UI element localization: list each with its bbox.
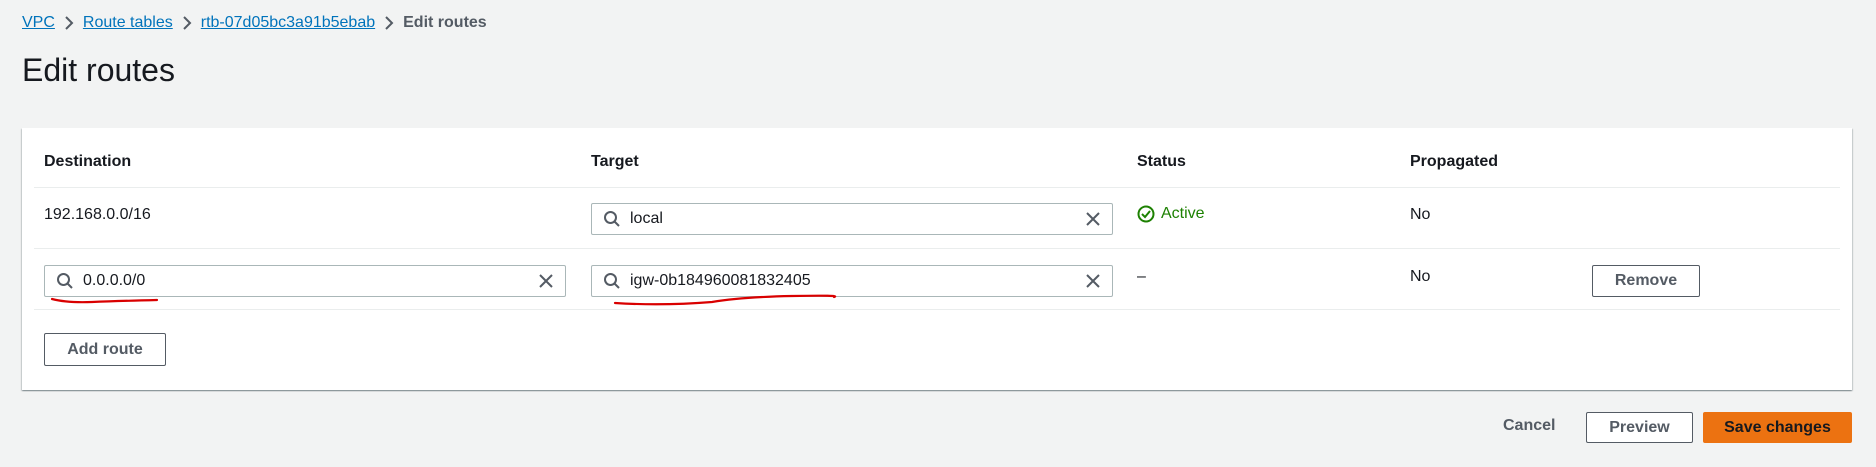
page-title: Edit routes [22, 52, 175, 88]
remove-button[interactable]: Remove [1592, 265, 1700, 297]
propagated-text: No [1410, 206, 1431, 223]
breadcrumb-link-vpc[interactable]: VPC [22, 14, 55, 32]
chevron-right-icon [375, 16, 403, 30]
preview-button[interactable]: Preview [1586, 412, 1693, 443]
search-icon [602, 209, 622, 229]
column-header-propagated: Propagated [1410, 153, 1499, 170]
breadcrumb: VPC Route tables rtb-07d05bc3a91b5ebab E… [22, 13, 487, 33]
close-icon[interactable] [1082, 208, 1104, 230]
row-divider [34, 248, 1840, 249]
target-input-local[interactable] [591, 203, 1113, 235]
status-text: Active [1161, 205, 1205, 222]
target-field[interactable] [630, 210, 1082, 228]
breadcrumb-link-route-tables[interactable]: Route tables [83, 14, 173, 32]
row-divider [34, 309, 1840, 310]
chevron-right-icon [55, 16, 83, 30]
destination-text: 192.168.0.0/16 [44, 206, 151, 223]
target-field[interactable] [630, 272, 1082, 290]
close-icon[interactable] [535, 270, 557, 292]
close-icon[interactable] [1082, 270, 1104, 292]
annotation-underline [50, 294, 837, 306]
header-divider [34, 187, 1840, 188]
breadcrumb-current: Edit routes [403, 14, 487, 31]
chevron-right-icon [173, 16, 201, 30]
column-header-destination: Destination [44, 153, 132, 170]
propagated-text: No [1410, 268, 1431, 285]
breadcrumb-link-route-table-id[interactable]: rtb-07d05bc3a91b5ebab [201, 14, 375, 32]
column-header-status: Status [1137, 153, 1186, 170]
column-header-target: Target [591, 153, 639, 170]
cancel-button[interactable]: Cancel [1503, 416, 1555, 436]
search-icon [55, 271, 75, 291]
status-badge: Active [1137, 205, 1205, 223]
save-changes-button[interactable]: Save changes [1703, 412, 1852, 443]
destination-input[interactable] [44, 265, 566, 297]
check-circle-icon [1137, 205, 1155, 223]
destination-field[interactable] [83, 272, 535, 290]
target-input-igw[interactable] [591, 265, 1113, 297]
status-text: – [1137, 268, 1146, 285]
routes-panel: Destination Target Status Propagated 192… [22, 128, 1852, 390]
search-icon [602, 271, 622, 291]
add-route-button[interactable]: Add route [44, 333, 166, 366]
